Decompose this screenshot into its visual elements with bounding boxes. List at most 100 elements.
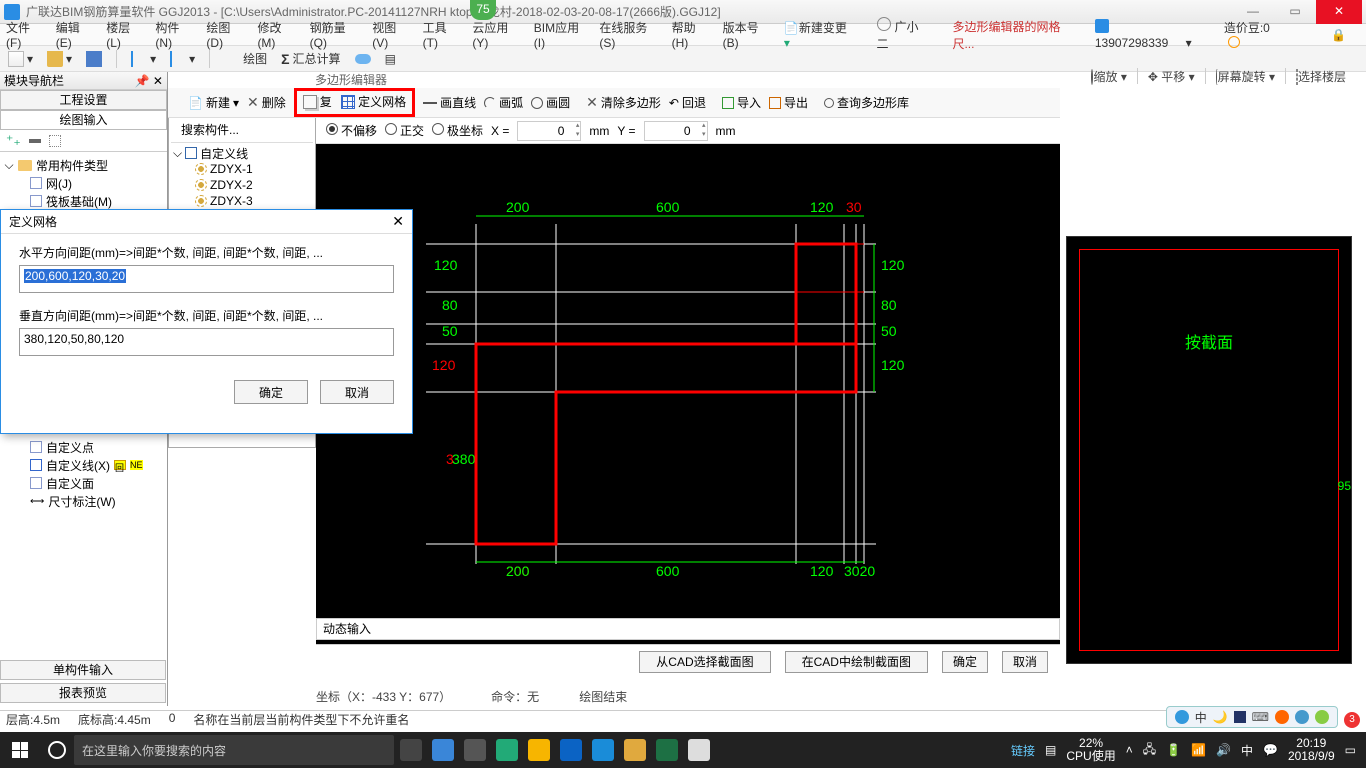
- notify-count[interactable]: 3: [1344, 712, 1360, 728]
- nav-btn-draw[interactable]: 绘图输入: [0, 110, 167, 130]
- menu-online[interactable]: 在线服务(S): [599, 19, 657, 50]
- export-btn[interactable]: 导出: [769, 94, 808, 111]
- dynamic-input[interactable]: 动态输入: [316, 618, 1060, 640]
- dialog-cancel[interactable]: 取消: [320, 380, 394, 404]
- tray-ie[interactable]: [592, 739, 614, 761]
- draw-line[interactable]: 画直线: [423, 94, 476, 111]
- tree-expand-icon[interactable]: ⁺₊: [6, 132, 21, 149]
- lock-icon[interactable]: 🔒: [1331, 28, 1346, 42]
- from-cad-select[interactable]: 从CAD选择截面图: [639, 651, 770, 673]
- menu-draw[interactable]: 绘图(D): [206, 19, 243, 50]
- menu-modify[interactable]: 修改(M): [257, 19, 295, 50]
- radio-polar[interactable]: 极坐标: [432, 122, 483, 139]
- tb-redo[interactable]: ▾: [166, 48, 199, 70]
- tb-new[interactable]: ▾: [4, 48, 37, 70]
- poly-del[interactable]: ✕删除: [247, 94, 286, 111]
- dialog-ok[interactable]: 确定: [234, 380, 308, 404]
- tree-root[interactable]: ⌵常用构件类型: [4, 156, 163, 174]
- poly-copy[interactable]: 复: [303, 93, 332, 110]
- radio-ortho[interactable]: 正交: [385, 122, 424, 139]
- import-btn[interactable]: 导入: [722, 94, 761, 111]
- dialog-close[interactable]: ✕: [392, 213, 404, 230]
- tray-icon-a[interactable]: ▤: [1045, 743, 1056, 757]
- cpu-meter[interactable]: 22%CPU使用: [1066, 737, 1115, 763]
- pin-icon[interactable]: 📌 ✕: [135, 74, 163, 88]
- tray-battery-icon[interactable]: 🔋: [1166, 743, 1181, 757]
- ct-item-3[interactable]: ZDYX-3: [173, 193, 311, 209]
- ime-kbd-icon[interactable]: ⌨: [1252, 710, 1269, 724]
- define-grid-button[interactable]: 定义网格: [341, 93, 406, 110]
- tray-app-1[interactable]: [432, 739, 454, 761]
- tray-mail[interactable]: [688, 739, 710, 761]
- menu-help[interactable]: 帮助(H): [672, 19, 709, 50]
- tray-net-icon[interactable]: 🖧: [1143, 740, 1156, 761]
- taskbar-search[interactable]: 在这里输入你要搜索的内容: [74, 735, 394, 765]
- select-floor[interactable]: 选择楼层: [1296, 68, 1346, 85]
- beans[interactable]: 造价豆:0: [1224, 19, 1303, 51]
- pan-tool[interactable]: ✥ 平移 ▾: [1148, 68, 1195, 85]
- tray-action-icon[interactable]: 💬: [1263, 743, 1278, 757]
- ime-zh[interactable]: 中: [1195, 709, 1207, 726]
- start-button[interactable]: [0, 732, 40, 768]
- tree-customface[interactable]: 自定义面: [30, 474, 143, 492]
- avatar[interactable]: 广小二: [877, 17, 939, 52]
- ime-icon-5[interactable]: [1275, 710, 1289, 724]
- tree-collapse-icon[interactable]: [29, 139, 41, 143]
- tree-filter-icon[interactable]: [49, 135, 61, 147]
- cortana-icon[interactable]: [48, 741, 66, 759]
- tray-notif-icon[interactable]: ▭: [1345, 743, 1356, 757]
- ime-j[interactable]: [1234, 711, 1246, 723]
- menu-component[interactable]: 构件(N): [155, 19, 192, 50]
- ime-icon-6[interactable]: [1295, 710, 1309, 724]
- bottom-cancel[interactable]: 取消: [1002, 651, 1048, 673]
- tree-item-grid[interactable]: 网(J): [4, 174, 163, 192]
- tray-excel[interactable]: [656, 739, 678, 761]
- drawing-canvas[interactable]: 200 600 120 30 120 80 50 120 120 80 50 1…: [316, 144, 1060, 644]
- query-polygon-lib[interactable]: 查询多边形库: [824, 94, 909, 111]
- vert-input[interactable]: 380,120,50,80,120: [19, 328, 394, 356]
- tray-edge[interactable]: [560, 739, 582, 761]
- tb-draw[interactable]: 绘图: [220, 48, 271, 70]
- tray-app-2[interactable]: [464, 739, 486, 761]
- menu-tool[interactable]: 工具(T): [423, 19, 459, 50]
- draw-arc[interactable]: 画弧: [484, 94, 523, 111]
- report-preview[interactable]: 报表预览: [0, 683, 166, 703]
- ime-toolbar[interactable]: 中 🌙 ⌨: [1166, 706, 1338, 728]
- menu-bim[interactable]: BIM应用(I): [534, 19, 586, 50]
- search-components-input[interactable]: 搜索构件...: [171, 117, 313, 143]
- ime-icon-1[interactable]: [1175, 710, 1189, 724]
- x-input[interactable]: [517, 121, 581, 141]
- ime-icon-7[interactable]: [1315, 710, 1329, 724]
- menu-rebar[interactable]: 钢筋量(Q): [310, 19, 359, 50]
- nav-btn-project[interactable]: 工程设置: [0, 90, 167, 110]
- in-cad-draw[interactable]: 在CAD中绘制截面图: [785, 651, 928, 673]
- tb-save[interactable]: [82, 48, 106, 70]
- tray-up-icon[interactable]: ˄: [1126, 743, 1133, 757]
- tree-customline[interactable]: 自定义线(X)回NE: [30, 456, 143, 474]
- clear-polygon[interactable]: ✕清除多边形: [586, 94, 661, 111]
- menu-floor[interactable]: 楼层(L): [106, 19, 141, 50]
- menu-view[interactable]: 视图(V): [372, 19, 408, 50]
- tray-app-4[interactable]: [528, 739, 550, 761]
- taskview-icon[interactable]: [400, 739, 422, 761]
- rotate-tool[interactable]: 屏幕旋转 ▾: [1216, 68, 1275, 85]
- tb-cloud[interactable]: [351, 48, 375, 70]
- y-input[interactable]: [644, 121, 708, 141]
- tray-link[interactable]: 链接: [1011, 742, 1035, 759]
- tree-custompoint[interactable]: 自定义点: [30, 438, 143, 456]
- tb-undo[interactable]: ▾: [127, 48, 160, 70]
- tray-explorer[interactable]: [624, 739, 646, 761]
- tray-app-3[interactable]: [496, 739, 518, 761]
- poly-new[interactable]: 📄新建 ▾: [188, 94, 239, 111]
- ime-moon-icon[interactable]: 🌙: [1213, 710, 1228, 724]
- ct-item-1[interactable]: ZDYX-1: [173, 161, 311, 177]
- menu-edit[interactable]: 编辑(E): [56, 19, 92, 50]
- menu-newchange[interactable]: 📄新建变更 ▾: [784, 19, 863, 50]
- bottom-ok[interactable]: 确定: [942, 651, 988, 673]
- tb-more[interactable]: ▤: [381, 48, 400, 70]
- tb-open[interactable]: ▾: [43, 48, 76, 70]
- zoom-tool[interactable]: 缩放 ▾: [1091, 68, 1126, 85]
- horiz-input[interactable]: 200,600,120,30,20: [19, 265, 394, 293]
- draw-circle[interactable]: 画圆: [531, 94, 570, 111]
- undo-step[interactable]: ↶ 回退: [669, 94, 706, 111]
